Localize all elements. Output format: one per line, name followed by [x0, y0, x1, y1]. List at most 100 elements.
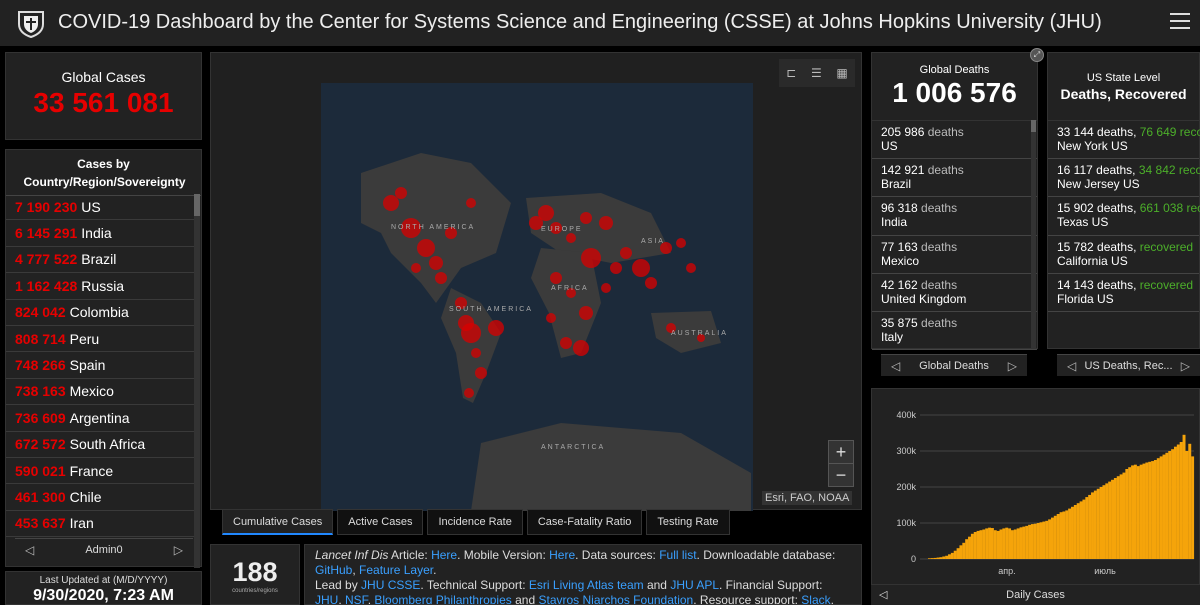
country-list-item[interactable]: 808 714 Peru: [6, 326, 195, 353]
country-list-item[interactable]: 748 266 Spain: [6, 352, 195, 379]
us-state-item[interactable]: 16 117 deaths, 34 842 recovered New Jerse…: [1048, 159, 1200, 198]
us-state-item[interactable]: 33 144 deaths, 76 649 recovered New York …: [1048, 121, 1200, 160]
us-state-item[interactable]: 15 902 deaths, 661 038 recovered Texas US: [1048, 197, 1200, 236]
prev-chart-icon[interactable]: ◁: [879, 585, 887, 605]
mobile-link[interactable]: Here: [549, 548, 575, 562]
map-tab[interactable]: Incidence Rate: [427, 509, 523, 535]
feature-layer-link[interactable]: Feature Layer: [359, 563, 433, 577]
case-bubble[interactable]: [461, 323, 481, 343]
nsf-link[interactable]: NSF: [345, 593, 368, 604]
country-list-item[interactable]: 736 609 Argentina: [6, 405, 195, 432]
case-bubble[interactable]: [475, 367, 487, 379]
case-bubble[interactable]: [538, 205, 554, 221]
map-panel[interactable]: ⊏ ☰ ▦ NORTH AMERICA EUROPE ASIA AFRICA S…: [210, 52, 863, 511]
daily-cases-bar: [973, 532, 977, 559]
daily-cases-bar: [1076, 503, 1080, 559]
case-bubble[interactable]: [580, 212, 592, 224]
country-list-item[interactable]: 4 777 522 Brazil: [6, 247, 195, 274]
case-bubble[interactable]: [464, 388, 474, 398]
case-bubble[interactable]: [599, 216, 613, 230]
jhu-csse-link[interactable]: JHU CSSE: [361, 578, 420, 592]
daily-cases-bar: [933, 557, 937, 559]
zoom-out-button[interactable]: −: [828, 463, 854, 487]
case-bubble[interactable]: [488, 320, 504, 336]
country-case-value: 1 162 428: [15, 277, 78, 294]
next-page-icon[interactable]: ▷: [1181, 359, 1190, 373]
jhu-apl-link[interactable]: JHU APL: [670, 578, 719, 592]
case-bubble[interactable]: [429, 256, 443, 270]
country-list-item[interactable]: 6 145 291 India: [6, 220, 195, 247]
jhu-link[interactable]: JHU: [315, 593, 338, 604]
case-bubble[interactable]: [581, 248, 601, 268]
country-list-item[interactable]: 738 163 Mexico: [6, 379, 195, 406]
country-case-value: 808 714: [15, 330, 66, 347]
death-list-item[interactable]: 205 986 deaths US: [872, 121, 1037, 160]
country-list-item[interactable]: 672 572 South Africa: [6, 432, 195, 458]
map-tab[interactable]: Cumulative Cases: [222, 509, 334, 535]
next-page-icon[interactable]: ▷: [1008, 359, 1017, 373]
death-list-item[interactable]: 35 875 deaths Italy: [872, 312, 1037, 351]
country-list-item[interactable]: 824 042 Colombia: [6, 300, 195, 326]
deaths-pager-label: Global Deaths: [919, 359, 989, 372]
case-bubble[interactable]: [546, 313, 556, 323]
case-bubble[interactable]: [566, 233, 576, 243]
prev-page-icon[interactable]: ◁: [25, 543, 34, 557]
country-list-scrollbar[interactable]: [194, 194, 200, 568]
case-bubble[interactable]: [579, 306, 593, 320]
case-bubble[interactable]: [411, 263, 421, 273]
case-bubble[interactable]: [573, 340, 589, 356]
esri-link[interactable]: Esri Living Atlas team: [529, 578, 644, 592]
case-bubble[interactable]: [632, 259, 650, 277]
expand-icon[interactable]: ⤢: [1030, 48, 1044, 62]
daily-cases-bar: [1050, 517, 1054, 559]
case-bubble[interactable]: [560, 337, 572, 349]
case-bubble[interactable]: [620, 247, 632, 259]
chart-tab-daily-cases[interactable]: ◁ Daily Cases: [871, 585, 1200, 605]
country-list-item[interactable]: 1 162 428 Russia: [6, 273, 195, 300]
country-list-item[interactable]: 590 021 France: [6, 458, 195, 485]
daily-cases-bar: [959, 545, 963, 559]
country-list-item[interactable]: 461 300 Chile: [6, 484, 195, 511]
prev-page-icon[interactable]: ◁: [891, 359, 900, 373]
next-page-icon[interactable]: ▷: [174, 543, 183, 557]
us-state-item[interactable]: 14 143 deaths, recovered Florida US: [1048, 274, 1199, 312]
case-bubble[interactable]: [466, 198, 476, 208]
case-bubble[interactable]: [550, 272, 562, 284]
death-list-item[interactable]: 42 162 deaths United Kingdom: [872, 274, 1037, 312]
death-list-item[interactable]: 142 921 deaths Brazil: [872, 159, 1037, 198]
map-tab[interactable]: Case-Fatality Ratio: [526, 509, 643, 535]
country-list-item[interactable]: 7 190 230 US: [6, 194, 195, 221]
death-list-item[interactable]: 77 163 deaths Mexico: [872, 236, 1037, 274]
daily-cases-bar: [1093, 490, 1097, 559]
case-bubble[interactable]: [471, 348, 481, 358]
deaths-scrollbar[interactable]: [1031, 120, 1036, 349]
article-link[interactable]: Here: [431, 548, 457, 562]
case-bubble[interactable]: [417, 239, 435, 257]
country-list-item[interactable]: 453 637 Iran: [6, 511, 195, 538]
global-cases-panel: Global Cases 33 561 081: [5, 52, 202, 140]
daily-cases-bar: [982, 529, 986, 559]
map-tab[interactable]: Active Cases: [337, 509, 424, 535]
case-bubble[interactable]: [601, 283, 611, 293]
full-list-link[interactable]: Full list: [659, 548, 696, 562]
github-link[interactable]: GitHub: [315, 563, 352, 577]
menu-icon[interactable]: [1170, 13, 1190, 31]
prev-page-icon[interactable]: ◁: [1067, 359, 1076, 373]
global-deaths-value: 1 006 576: [892, 77, 1017, 108]
country-name: Brazil: [81, 251, 117, 268]
case-bubble[interactable]: [676, 238, 686, 248]
slack-link[interactable]: Slack: [801, 593, 830, 604]
bloomberg-link[interactable]: Bloomberg Philanthropies: [374, 593, 511, 604]
case-bubble[interactable]: [686, 263, 696, 273]
zoom-in-button[interactable]: +: [828, 440, 854, 464]
case-bubble[interactable]: [610, 262, 622, 274]
case-bubble[interactable]: [395, 187, 407, 199]
death-list-item[interactable]: 96 318 deaths India: [872, 197, 1037, 236]
us-state-item[interactable]: 15 782 deaths, recovered California US: [1048, 236, 1199, 274]
world-map[interactable]: NORTH AMERICA EUROPE ASIA AFRICA SOUTH A…: [211, 53, 863, 511]
case-bubble[interactable]: [645, 277, 657, 289]
map-tab[interactable]: Testing Rate: [646, 509, 730, 535]
stavros-link[interactable]: Stavros Niarchos Foundation: [538, 593, 693, 604]
case-bubble[interactable]: [383, 195, 399, 211]
case-bubble[interactable]: [435, 272, 447, 284]
